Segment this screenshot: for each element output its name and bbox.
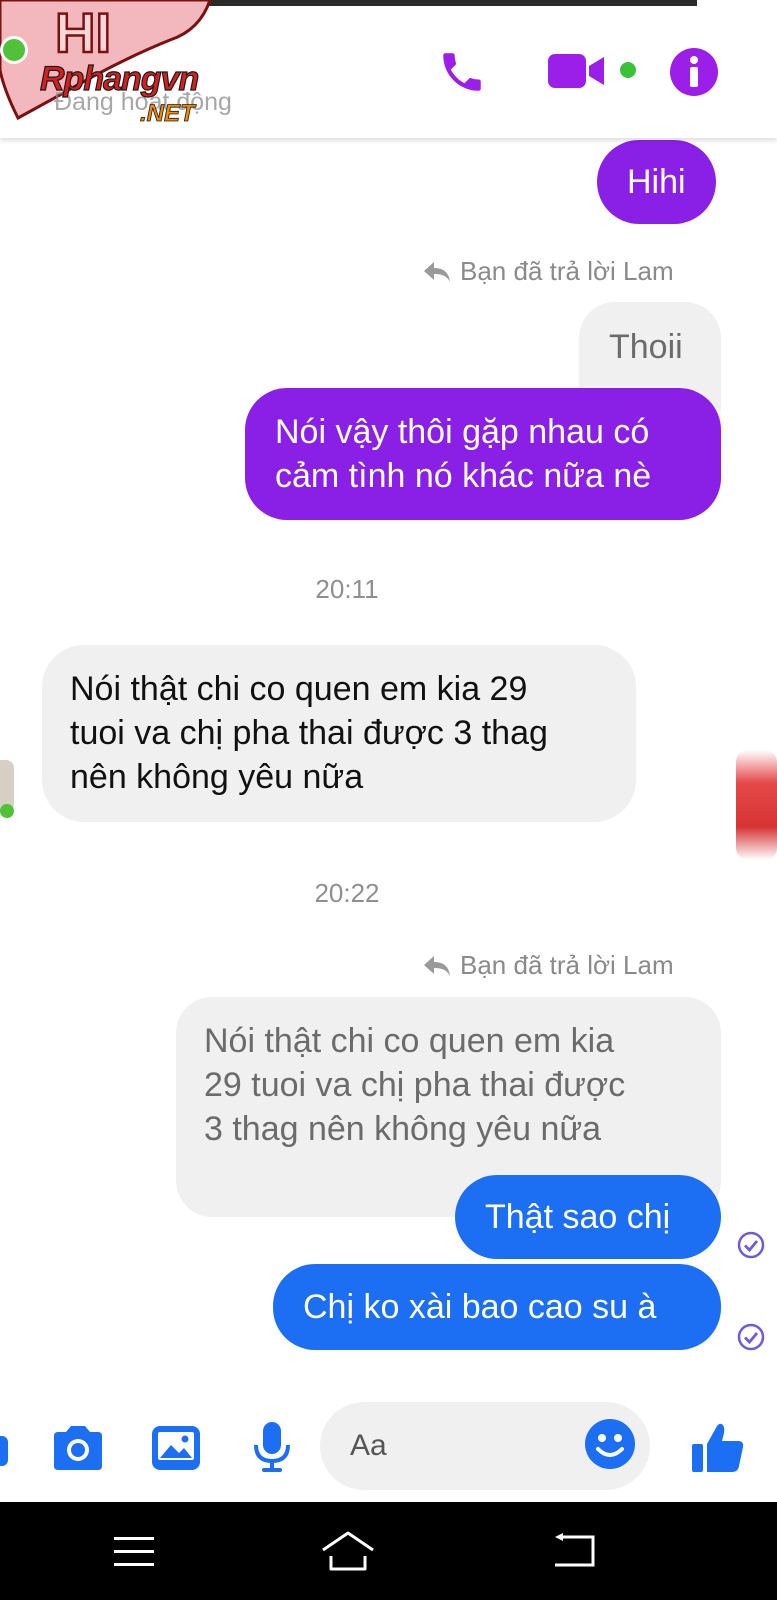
timestamp: 20:22 (314, 878, 380, 908)
microphone-button[interactable] (242, 1418, 302, 1478)
check-circle-icon (737, 1231, 765, 1259)
reply-indicator: Bạn đã trả lời Lam (422, 256, 674, 287)
info-button[interactable] (666, 44, 722, 100)
home-icon (322, 1531, 374, 1571)
menu-icon (114, 1537, 154, 1566)
back-button[interactable] (546, 1526, 606, 1576)
timestamp: 20:11 (315, 574, 379, 604)
outgoing-message[interactable]: Nói vậy thôi gặp nhau có cảm tình nó khá… (245, 388, 721, 520)
message-composer: Aa (0, 1394, 777, 1502)
gallery-button[interactable] (146, 1418, 206, 1478)
system-navigation-bar (0, 1502, 777, 1600)
emoji-button[interactable] (580, 1414, 640, 1474)
video-call-button[interactable] (548, 44, 640, 100)
reply-arrow-icon (424, 955, 450, 976)
watermark-hi: HI (55, 1, 111, 64)
online-indicator (0, 804, 14, 818)
thumbs-up-icon (692, 1423, 744, 1472)
watermark-domain: .NET (140, 100, 195, 128)
info-icon (670, 48, 718, 96)
online-indicator (0, 36, 28, 64)
reply-indicator-text: Bạn đã trả lời Lam (460, 950, 674, 980)
reply-indicator: Bạn đã trả lời Lam (422, 950, 674, 981)
reply-indicator-text: Bạn đã trả lời Lam (460, 256, 674, 286)
redacted-mark (736, 750, 777, 860)
video-camera-icon (548, 54, 604, 88)
watermark-brand: Rphangvn (39, 59, 199, 98)
outgoing-message[interactable]: Chị ko xài bao cao su à (273, 1264, 721, 1350)
message-input-placeholder: Aa (350, 1429, 387, 1462)
outgoing-message[interactable]: Hihi (597, 140, 716, 224)
video-active-dot (620, 62, 636, 78)
status-bar-right (697, 0, 777, 6)
check-circle-icon (737, 1323, 765, 1351)
smiley-icon (585, 1419, 635, 1469)
watermark-logo: HI Đang hoạt động Rphangvn .NET (0, 0, 280, 135)
home-button[interactable] (318, 1526, 378, 1576)
image-icon (152, 1426, 200, 1470)
call-button[interactable] (434, 44, 490, 100)
like-button[interactable] (688, 1418, 748, 1478)
incoming-message[interactable]: Nói thật chi co quen em kia 29 tuoi va c… (42, 645, 636, 822)
reply-arrow-icon (424, 261, 450, 282)
more-actions-button[interactable] (0, 1436, 8, 1466)
camera-icon (54, 1426, 102, 1470)
phone-icon (443, 53, 481, 91)
conversation-header: HI Đang hoạt động Rphangvn .NET (0, 0, 777, 138)
back-icon (555, 1533, 595, 1567)
outgoing-message[interactable]: Thật sao chị (455, 1175, 721, 1259)
menu-button[interactable] (104, 1526, 164, 1576)
microphone-icon (254, 1422, 290, 1472)
camera-button[interactable] (48, 1418, 108, 1478)
